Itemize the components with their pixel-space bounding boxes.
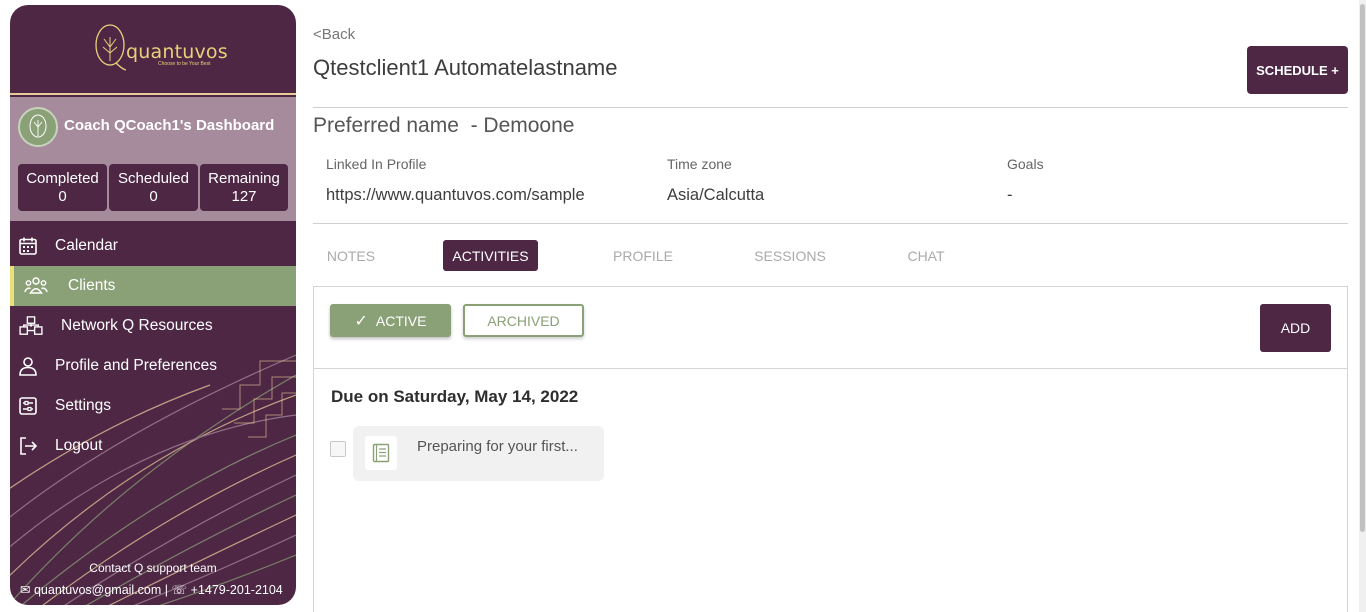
sidebar-item-network-q-resources[interactable]: Network Q Resources bbox=[10, 306, 296, 346]
stat-scheduled-label: Scheduled bbox=[118, 170, 189, 187]
sidebar-item-calendar-label: Calendar bbox=[55, 237, 118, 254]
linkedin-label: Linked In Profile bbox=[326, 156, 427, 172]
stat-scheduled: Scheduled 0 bbox=[109, 164, 198, 211]
stat-completed-value: 0 bbox=[58, 188, 67, 205]
network-icon bbox=[19, 316, 43, 335]
sidebar-item-profile[interactable]: Profile and Preferences bbox=[10, 346, 296, 386]
tab-sessions[interactable]: SESSIONS bbox=[745, 240, 835, 271]
stat-remaining-label: Remaining bbox=[208, 170, 280, 187]
due-date-heading: Due on Saturday, May 14, 2022 bbox=[331, 387, 579, 406]
support-contact: ✉ quantuvos@gmail.com | ☏ +1479-201-2104 bbox=[20, 582, 296, 597]
preferred-name: Preferred name - Demoone bbox=[313, 114, 575, 137]
back-link[interactable]: <Back bbox=[313, 26, 355, 43]
app-root: quantuvos Choose to be Your Best Coach Q… bbox=[0, 0, 1366, 612]
goals-label: Goals bbox=[1007, 156, 1044, 172]
support-title: Contact Q support team bbox=[89, 561, 217, 575]
activity-title: Preparing for your first... bbox=[417, 438, 578, 455]
timezone-value: Asia/Calcutta bbox=[667, 186, 765, 204]
mail-icon: ✉ bbox=[20, 583, 31, 597]
check-icon: ✓ bbox=[354, 312, 368, 330]
settings-icon bbox=[19, 397, 37, 415]
archived-filter-button[interactable]: ARCHIVED bbox=[463, 304, 584, 337]
logo-text: quantuvos bbox=[126, 41, 228, 63]
sidebar-item-network-label: Network Q Resources bbox=[61, 317, 213, 334]
sidebar-item-calendar[interactable]: Calendar bbox=[10, 226, 296, 266]
tab-notes[interactable]: NOTES bbox=[313, 240, 389, 271]
sidebar-nav: Calendar Clients Network Q Resources Pro… bbox=[10, 226, 296, 466]
coach-dashboard-title: Coach QCoach1's Dashboard bbox=[64, 117, 275, 134]
linkedin-value[interactable]: https://www.quantuvos.com/sample bbox=[326, 186, 585, 205]
stat-completed: Completed 0 bbox=[18, 164, 107, 211]
page-title: Qtestclient1 Automatelastname bbox=[313, 55, 618, 80]
goals-value: - bbox=[1007, 186, 1013, 204]
avatar-tree-icon bbox=[29, 114, 47, 138]
support-email[interactable]: quantuvos@gmail.com bbox=[34, 583, 161, 597]
users-icon bbox=[24, 277, 48, 294]
activity-card[interactable]: Preparing for your first... bbox=[353, 426, 604, 481]
coach-panel: Coach QCoach1's Dashboard Completed 0 Sc… bbox=[10, 97, 296, 221]
sidebar-item-clients-label: Clients bbox=[68, 277, 116, 294]
timezone-label: Time zone bbox=[667, 156, 732, 172]
tab-profile[interactable]: PROFILE bbox=[604, 240, 682, 271]
add-activity-button[interactable]: ADD bbox=[1260, 304, 1331, 352]
tab-chat[interactable]: CHAT bbox=[897, 240, 955, 271]
stat-remaining-value: 127 bbox=[231, 188, 257, 205]
contact-divider: | bbox=[164, 583, 172, 597]
sidebar-item-logout-label: Logout bbox=[55, 437, 103, 454]
logo-tree-icon bbox=[95, 24, 126, 71]
logout-icon bbox=[20, 437, 38, 455]
book-icon bbox=[365, 436, 397, 470]
stat-remaining: Remaining 127 bbox=[200, 164, 288, 211]
active-filter-button[interactable]: ✓ ACTIVE bbox=[330, 304, 451, 337]
sidebar: quantuvos Choose to be Your Best Coach Q… bbox=[10, 5, 296, 605]
sidebar-item-settings-label: Settings bbox=[55, 397, 112, 414]
scrollbar-thumb[interactable] bbox=[1360, 4, 1365, 532]
divider bbox=[313, 107, 1348, 108]
support-phone[interactable]: +1479-201-2104 bbox=[191, 583, 283, 597]
sidebar-item-logout[interactable]: Logout bbox=[10, 426, 296, 466]
sidebar-item-profile-label: Profile and Preferences bbox=[55, 357, 217, 374]
logo-tagline: Choose to be Your Best bbox=[158, 61, 211, 67]
active-filter-label: ACTIVE bbox=[375, 312, 427, 329]
phone-icon: ☏ bbox=[171, 583, 188, 597]
divider bbox=[314, 368, 1347, 369]
activities-panel: ✓ ACTIVE ARCHIVED ADD Due on Saturday, M… bbox=[313, 286, 1348, 612]
avatar bbox=[18, 107, 58, 147]
calendar-icon bbox=[19, 237, 37, 255]
sidebar-item-clients[interactable]: Clients bbox=[10, 266, 296, 306]
logo: quantuvos Choose to be Your Best bbox=[10, 5, 296, 95]
schedule-button[interactable]: SCHEDULE + bbox=[1247, 46, 1348, 94]
sidebar-item-settings[interactable]: Settings bbox=[10, 386, 296, 426]
divider bbox=[313, 223, 1348, 224]
activity-checkbox[interactable] bbox=[330, 441, 346, 457]
tab-activities[interactable]: ACTIVITIES bbox=[443, 240, 538, 271]
user-icon bbox=[19, 357, 37, 376]
stat-scheduled-value: 0 bbox=[149, 188, 158, 205]
stat-completed-label: Completed bbox=[26, 170, 99, 187]
